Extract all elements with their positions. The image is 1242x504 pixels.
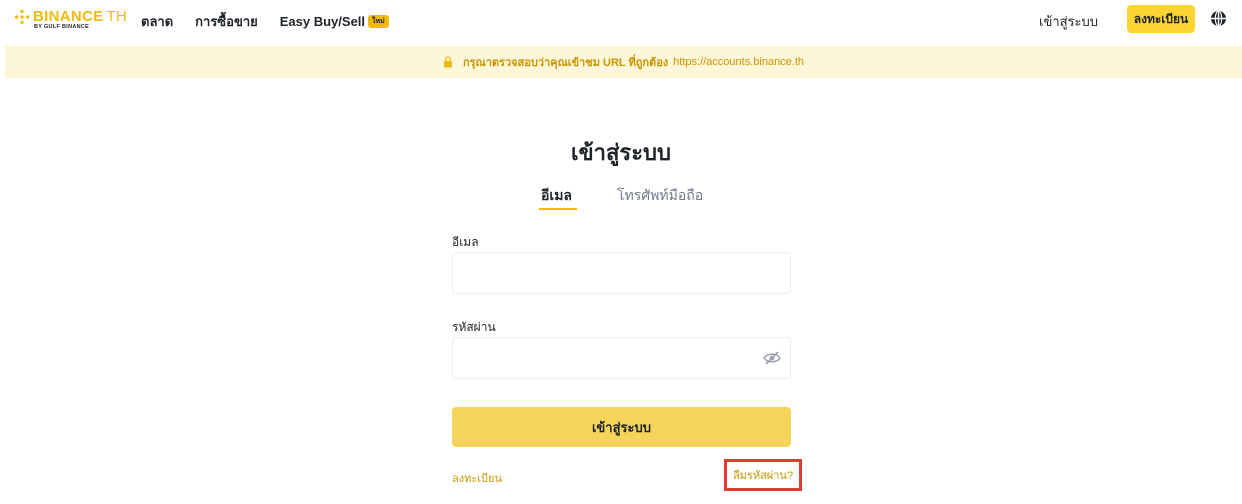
password-label: รหัสผ่าน	[452, 320, 496, 334]
register-link[interactable]: ลงทะเบียน	[452, 469, 502, 487]
lock-icon	[443, 56, 452, 68]
new-badge: ใหม่	[368, 15, 389, 28]
active-tab-indicator	[539, 208, 577, 210]
notice-text: กรุณาตรวจสอบว่าคุณเข้าชม URL ที่ถูกต้อง	[462, 57, 669, 69]
logo-subtitle: BY GULF BINANCE	[34, 24, 90, 30]
email-label: อีเมล	[452, 235, 479, 249]
logo-text: BINANCE TH	[33, 8, 128, 25]
header-register-button[interactable]: ลงทะเบียน	[1127, 5, 1195, 33]
globe-icon[interactable]	[1210, 10, 1227, 27]
notice-url: https://accounts.binance.th	[673, 56, 805, 68]
page-title: เข้าสู่ระบบ	[571, 140, 671, 165]
tab-email[interactable]: อีเมล	[541, 185, 572, 207]
login-submit-button[interactable]: เข้าสู่ระบบ	[452, 407, 791, 447]
nav-item-trade[interactable]: การซื้อขาย	[195, 11, 258, 32]
nav-item-market[interactable]: ตลาด	[141, 11, 173, 32]
nav-item-easy-buy-sell[interactable]: Easy Buy/Sell ใหม่	[280, 14, 389, 29]
top-header: BINANCE TH BY GULF BINANCE ตลาด การซื้อขา…	[0, 0, 1242, 38]
nav-item-easy-buy-sell-label: Easy Buy/Sell	[279, 14, 366, 29]
security-notice: กรุณาตรวจสอบว่าคุณเข้าชม URL ที่ถูกต้อง …	[5, 46, 1242, 78]
logo-row: BINANCE TH	[14, 8, 127, 25]
binance-logo[interactable]: BINANCE TH BY GULF BINANCE	[14, 8, 127, 30]
tab-phone[interactable]: โทรศัพท์มือถือ	[617, 185, 703, 207]
forgot-password-highlight: ลืมรหัสผ่าน?	[724, 459, 802, 491]
binance-logo-icon	[14, 8, 30, 25]
main-nav: ตลาด การซื้อขาย Easy Buy/Sell ใหม่	[141, 11, 411, 32]
forgot-password-link[interactable]: ลืมรหัสผ่าน?	[733, 466, 793, 484]
eye-hidden-icon[interactable]	[763, 351, 781, 365]
email-field[interactable]	[452, 252, 791, 294]
password-field[interactable]	[452, 337, 791, 379]
header-login-link[interactable]: เข้าสู่ระบบ	[1039, 11, 1098, 32]
